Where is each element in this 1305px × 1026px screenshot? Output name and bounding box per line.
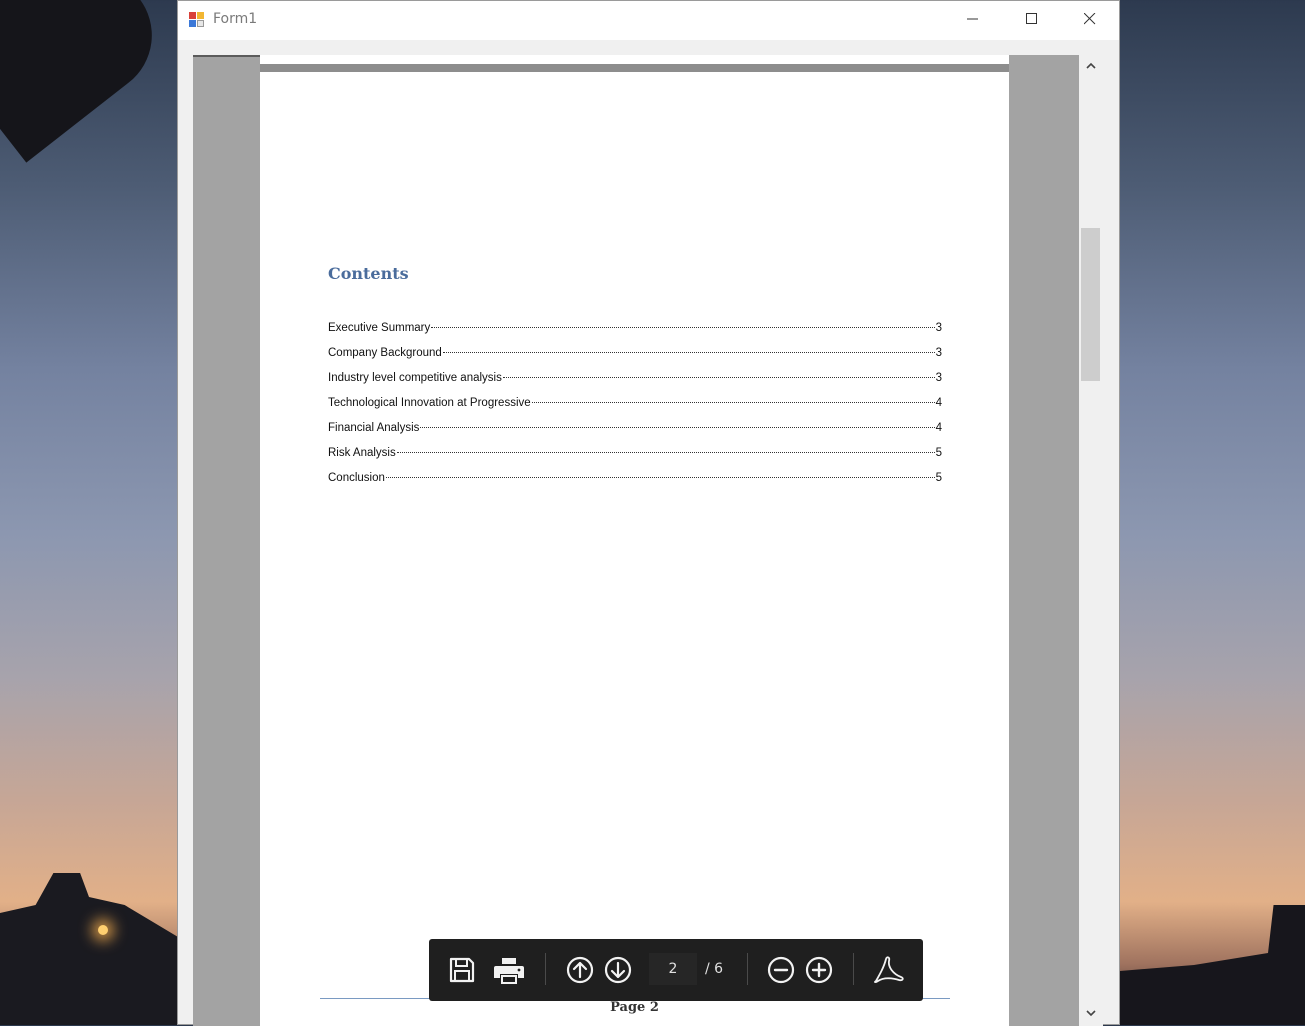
pdf-page: Contents Executive Summary 3 Company Bac… <box>260 72 1009 1026</box>
toc-leader-dots <box>396 452 935 453</box>
toc-entry-title: Technological Innovation at Progressive <box>328 397 531 409</box>
page-footer: Page 2 <box>610 1000 659 1015</box>
toc-entry-page: 4 <box>935 397 942 409</box>
vertical-scrollbar[interactable] <box>1079 55 1103 1026</box>
contents-heading: Contents <box>328 264 409 283</box>
minimize-button[interactable] <box>944 1 1002 40</box>
scrollbar-thumb[interactable] <box>1081 228 1100 381</box>
zoom-out-button[interactable] <box>763 952 799 988</box>
minimize-icon <box>967 18 978 20</box>
toc-entry-page: 5 <box>935 472 942 484</box>
save-button[interactable] <box>444 952 480 988</box>
chevron-down-icon <box>1086 1010 1096 1017</box>
city-skyline-right <box>1120 905 1305 1025</box>
close-button[interactable] <box>1061 1 1119 40</box>
desktop-background-right <box>1120 0 1305 1025</box>
window-title: Form1 <box>213 11 258 27</box>
next-page-button[interactable] <box>600 952 636 988</box>
toc-entry-title: Company Background <box>328 347 442 359</box>
toc-entry-title: Executive Summary <box>328 322 431 334</box>
toc-entry-title: Financial Analysis <box>328 422 420 434</box>
toc-entry-page: 3 <box>935 322 942 334</box>
app-window: Form1 Contents Executive Summary 3 Compa… <box>177 0 1120 1026</box>
toc-entry-page: 3 <box>935 372 942 384</box>
toc-leader-dots <box>420 427 935 428</box>
acrobat-icon <box>874 956 904 984</box>
zoom-in-button[interactable] <box>801 952 837 988</box>
save-icon <box>449 957 475 983</box>
toc-leader-dots <box>502 377 935 378</box>
toc-entry-title: Conclusion <box>328 472 385 484</box>
city-skyline-left <box>0 873 178 1025</box>
pdf-toolbar: 2 / 6 <box>429 939 923 1001</box>
toolbar-divider <box>853 953 854 985</box>
page-number-input[interactable]: 2 <box>649 953 697 985</box>
scroll-down-button[interactable] <box>1079 1002 1103 1026</box>
page-separator <box>260 64 1009 72</box>
toc-entry[interactable]: Industry level competitive analysis 3 <box>328 372 942 397</box>
maximize-button[interactable] <box>1003 1 1061 40</box>
pdf-viewer[interactable]: Contents Executive Summary 3 Company Bac… <box>193 55 1079 1026</box>
toolbar-divider <box>747 953 748 985</box>
tree-silhouette <box>0 0 177 163</box>
page-up-icon <box>566 956 594 984</box>
open-in-acrobat-button[interactable] <box>870 952 906 988</box>
previous-page-button[interactable] <box>562 952 598 988</box>
toolbar-divider <box>545 953 546 985</box>
toc-entry-title: Risk Analysis <box>328 447 396 459</box>
desktop-background-left <box>0 0 178 1025</box>
toc-entry[interactable]: Financial Analysis 4 <box>328 422 942 447</box>
toc-entry[interactable]: Risk Analysis 5 <box>328 447 942 472</box>
print-button[interactable] <box>491 952 527 988</box>
toc-entry-page: 5 <box>935 447 942 459</box>
toc-leader-dots <box>531 402 935 403</box>
zoom-in-icon <box>805 956 833 984</box>
toc-leader-dots <box>431 327 935 328</box>
toc-leader-dots <box>385 477 935 478</box>
toc-leader-dots <box>442 352 935 353</box>
close-icon <box>1083 12 1096 25</box>
toc-entry-title: Industry level competitive analysis <box>328 372 502 384</box>
toc-entry-page: 3 <box>935 347 942 359</box>
table-of-contents: Executive Summary 3 Company Background 3 … <box>328 322 942 497</box>
scroll-up-button[interactable] <box>1079 55 1103 79</box>
chevron-up-icon <box>1086 62 1096 69</box>
zoom-out-icon <box>767 956 795 984</box>
page-down-icon <box>604 956 632 984</box>
maximize-icon <box>1026 13 1037 24</box>
toc-entry[interactable]: Conclusion 5 <box>328 472 942 497</box>
toc-entry[interactable]: Executive Summary 3 <box>328 322 942 347</box>
toc-entry-page: 4 <box>935 422 942 434</box>
app-icon <box>189 12 205 28</box>
toc-entry[interactable]: Technological Innovation at Progressive 4 <box>328 397 942 422</box>
city-light <box>98 925 108 935</box>
print-icon <box>494 958 524 984</box>
title-bar: Form1 <box>178 1 1119 40</box>
page-total: / 6 <box>705 961 724 977</box>
toc-entry[interactable]: Company Background 3 <box>328 347 942 372</box>
